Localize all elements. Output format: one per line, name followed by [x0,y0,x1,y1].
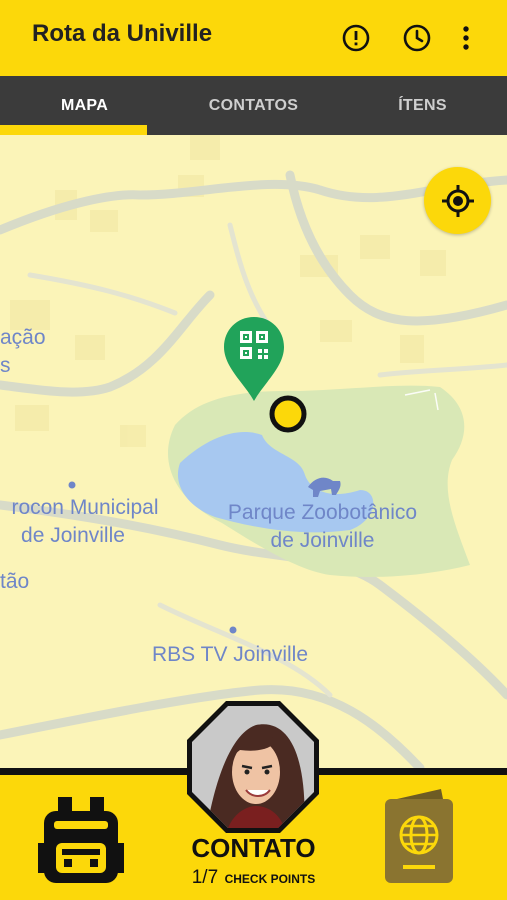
app-bar: Rota da Univille [0,0,507,76]
map-background [0,135,507,768]
clock-icon[interactable] [397,18,437,58]
checkpoint-label: CHECK POINTS [224,872,316,886]
map-label-park: de Joinville [270,529,375,552]
map-label-partial: ação [0,326,46,349]
qr-code-pin-icon[interactable] [222,315,286,403]
contact-avatar[interactable] [186,700,320,834]
map-label-rbs: RBS TV Joinville [152,643,309,666]
passport-icon[interactable] [383,785,457,885]
map-label-procon: de Joinville [21,524,125,547]
map-label-partial: tão [0,570,30,593]
tab-contatos[interactable]: CONTATOS [169,76,338,135]
locate-button[interactable] [424,167,491,234]
tab-itens[interactable]: ÍTENS [338,76,507,135]
tab-indicator [0,125,147,135]
map-view[interactable]: ação s rocon Municipal de Joinville tão … [0,135,507,768]
crosshair-icon [441,184,474,217]
alert-circle-icon[interactable] [336,18,376,58]
map-label-partial: s [0,354,11,377]
checkpoint-count: 1/7 [191,867,219,888]
map-label-park: Parque Zoobotânico [227,501,418,524]
more-vert-icon[interactable] [446,18,486,58]
app-title: Rota da Univille [32,20,213,47]
user-location-dot [269,395,307,433]
map-label-procon: rocon Municipal [11,496,159,519]
